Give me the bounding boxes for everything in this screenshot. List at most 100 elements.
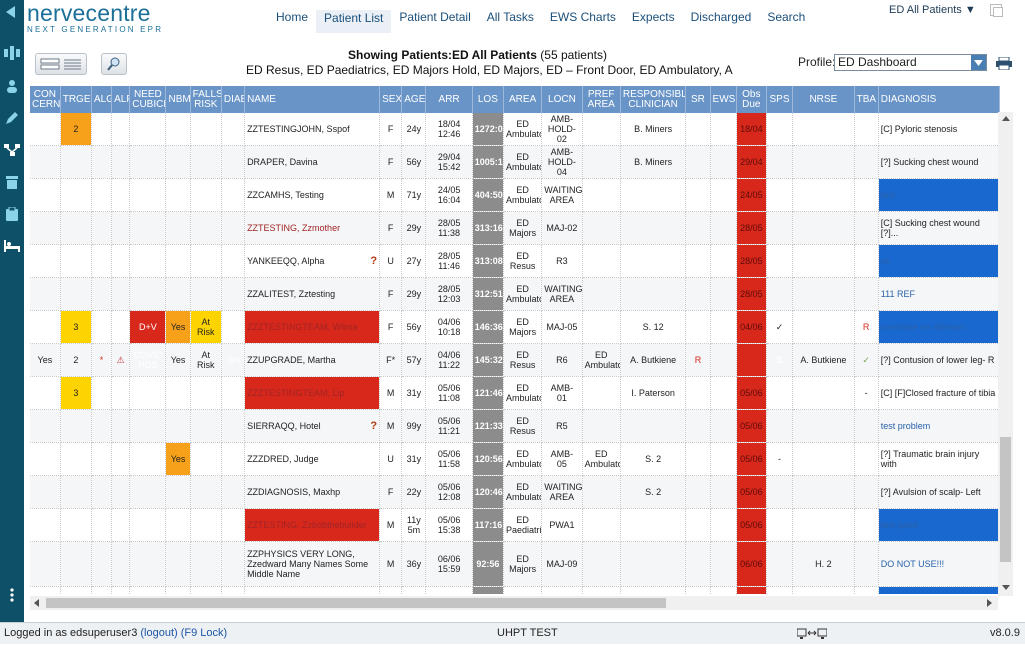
patient-name[interactable]: YANKEEQQ, Alpha xyxy=(247,256,324,266)
trash-icon[interactable] xyxy=(4,175,20,189)
cell-alf: ⚠ xyxy=(111,343,131,377)
column-header-nbm[interactable]: NBM xyxy=(165,86,191,113)
column-header-diagnosis[interactable]: DIAGNOSIS xyxy=(878,86,1001,113)
table-row[interactable]: ZZCAMHS, Testing M 71y 24/05 16:04 404:50 ED … xyxy=(30,178,1001,212)
printer-icon[interactable] xyxy=(996,56,1012,73)
vertical-scroll-thumb[interactable] xyxy=(1000,437,1011,562)
clipboard-icon[interactable] xyxy=(4,207,20,221)
scroll-up-icon[interactable] xyxy=(1002,116,1010,121)
patient-name[interactable]: ZZZTESTINGTEAM, Lip xyxy=(247,388,345,398)
cell-clin xyxy=(620,409,687,443)
column-header-falls-risk[interactable]: FALLS RISK xyxy=(190,86,222,113)
f9-lock-link[interactable]: (F9 Lock) xyxy=(181,627,227,639)
column-header-tba[interactable]: TBA xyxy=(854,86,879,113)
table-row[interactable]: SIERRAQQ, Hotel ? M 99y 05/06 11:21 121:33 ED… xyxy=(30,409,1001,443)
cell-alg xyxy=(91,442,113,476)
cell-los: 145:32 xyxy=(472,343,505,377)
monitor-icon[interactable] xyxy=(796,627,828,647)
column-header-sr[interactable]: SR xyxy=(685,86,711,113)
column-header-diab[interactable]: DIAB xyxy=(221,86,246,113)
nav-search[interactable]: Search xyxy=(759,10,813,33)
scroll-right-icon[interactable] xyxy=(987,599,992,607)
column-header-need-cubicl[interactable]: NEED CUBICL xyxy=(129,86,167,113)
logout-link[interactable]: (logout) xyxy=(140,627,177,639)
patient-name[interactable]: ZZZTESTINGTEAM, Wilma xyxy=(247,322,358,332)
column-header-ews[interactable]: EWS xyxy=(710,86,737,113)
scroll-down-icon[interactable] xyxy=(1002,585,1010,590)
column-header-con-cern[interactable]: CON CERN xyxy=(30,86,61,113)
column-header-sps[interactable]: SPS xyxy=(766,86,794,113)
cell-locn: AMB- 01 xyxy=(541,376,583,410)
nav-patient-list[interactable]: Patient List xyxy=(316,10,392,33)
table-row[interactable]: 3 D+V Yes At Risk ZZZTESTINGTEAM, Wilma F 56y 0… xyxy=(30,310,1001,344)
column-header-area[interactable]: AREA xyxy=(503,86,543,113)
table-row[interactable]: ZZTESTING, Zzbobthebuilder M 11y 5m 05/06 1… xyxy=(30,508,1001,542)
patient-name[interactable]: ZZCAMHS, Testing xyxy=(247,190,324,200)
patient-name[interactable]: ZZZDRED, Judge xyxy=(247,454,319,464)
table-row[interactable]: ZZTESTING, Zzmother F 29y 28/05 11:38 313:16… xyxy=(30,211,1001,245)
table-row[interactable]: Yes 2 * ⚠ COVID POS Yes At Risk Yes ZZUPGRADE, M… xyxy=(30,343,1001,377)
flow-icon[interactable] xyxy=(4,143,20,157)
table-row[interactable]: DRAPER, Davina F 56y 29/04 15:42 1005:1 ED Am… xyxy=(30,145,1001,179)
window-restore-icon[interactable] xyxy=(990,4,1003,17)
cell-arr: 05/06 11:21 xyxy=(425,409,473,443)
list-view-button[interactable] xyxy=(35,53,87,75)
patient-name[interactable]: ZZALITEST, Zztesting xyxy=(247,289,335,299)
dashboard-icon[interactable] xyxy=(4,46,20,60)
table-row[interactable]: 3 ZZZTESTINGTEAM, Lip M 31y 05/06 11:08 121:4… xyxy=(30,376,1001,410)
patient-name[interactable]: ZZTESTINGJOHN, Sspof xyxy=(247,124,350,134)
search-button[interactable] xyxy=(101,53,127,75)
cell-alg xyxy=(91,541,113,587)
patient-name[interactable]: DRAPER, Davina xyxy=(247,157,318,167)
column-header-nrse[interactable]: NRSE xyxy=(792,86,855,113)
column-header-pref-area[interactable]: PREF AREA xyxy=(582,86,621,113)
bed-icon[interactable] xyxy=(4,239,20,253)
column-header-responsible-clinician[interactable]: RESPONSIBLE CLINICIAN xyxy=(620,86,687,113)
horizontal-scrollbar[interactable] xyxy=(30,596,998,610)
patient-name[interactable]: ZZTESTING, Zzmother xyxy=(247,223,340,233)
profile-select[interactable]: ED Dashboard xyxy=(834,54,987,71)
nav-patient-detail[interactable]: Patient Detail xyxy=(391,10,478,33)
scroll-left-icon[interactable] xyxy=(34,599,39,607)
cell-sr xyxy=(685,409,711,443)
nav-expects[interactable]: Expects xyxy=(624,10,683,33)
table-row[interactable]: YANKEEQQ, Alpha ? U 27y 28/05 11:46 313:08 ED… xyxy=(30,244,1001,278)
column-header-age[interactable]: AGE xyxy=(401,86,427,113)
more-icon[interactable] xyxy=(4,588,20,602)
back-arrow-icon[interactable] xyxy=(6,6,15,18)
table-row[interactable]: ZZPHYSICS VERY LONG, Zzedward Many Names… xyxy=(30,541,1001,587)
nav-ews-charts[interactable]: EWS Charts xyxy=(542,10,624,33)
column-header-name[interactable]: NAME xyxy=(244,86,381,113)
cell-diab xyxy=(221,178,246,212)
cell-sps xyxy=(766,244,794,278)
patient-name[interactable]: ZZDIAGNOSIS, Maxhp xyxy=(247,487,340,497)
person-icon[interactable] xyxy=(4,79,20,93)
table-row[interactable]: 2 ZZTESTINGJOHN, Sspof F 24y 18/04 12:46 1272… xyxy=(30,113,1001,146)
column-header-alg[interactable]: ALG xyxy=(91,86,113,113)
column-header-alf[interactable]: ALF xyxy=(111,86,131,113)
column-header-trge[interactable]: TRGE xyxy=(60,86,92,113)
nav-home[interactable]: Home xyxy=(268,10,316,33)
table-row[interactable]: Yes ZZZDRED, Judge U 31y 05/06 11:58 120:56 ED… xyxy=(30,442,1001,476)
column-header-sex[interactable]: SEX xyxy=(379,86,403,113)
column-header-arr[interactable]: ARR xyxy=(425,86,473,113)
vertical-scrollbar[interactable] xyxy=(998,112,1013,596)
column-header-los[interactable]: LOS xyxy=(472,86,505,113)
table-row[interactable]: ZZALITEST, Zztesting F 29y 28/05 12:03 312:5… xyxy=(30,277,1001,311)
nav-all-tasks[interactable]: All Tasks xyxy=(479,10,542,33)
nav-discharged[interactable]: Discharged xyxy=(683,10,760,33)
patient-name[interactable]: ZZTESTING, Zzbobthebuilder xyxy=(247,520,367,530)
column-header-obs-due[interactable]: Obs Due xyxy=(736,86,767,113)
patient-name[interactable]: ZZUPGRADE, Martha xyxy=(247,355,336,365)
patient-name[interactable]: SIERRAQQ, Hotel xyxy=(247,421,321,431)
column-header-locn[interactable]: LOCN xyxy=(541,86,583,113)
ed-all-patients-dropdown[interactable]: ED All Patients ▼ xyxy=(889,4,976,16)
cell-age: 56y xyxy=(401,310,427,344)
cell-need xyxy=(129,508,167,542)
patient-name[interactable]: ZZPHYSICS VERY LONG, Zzedward Many Names… xyxy=(247,549,368,579)
horizontal-scroll-thumb[interactable] xyxy=(46,598,666,608)
table-row[interactable]: ZZVWTESTTWO, ZzvwtestM44y06/06 16:3992:1… xyxy=(30,586,1001,594)
cell-locn: R5 xyxy=(541,409,583,443)
pencil-icon[interactable] xyxy=(4,111,20,125)
table-row[interactable]: ZZDIAGNOSIS, Maxhp F 22y 05/06 12:08 120:46 E… xyxy=(30,475,1001,509)
